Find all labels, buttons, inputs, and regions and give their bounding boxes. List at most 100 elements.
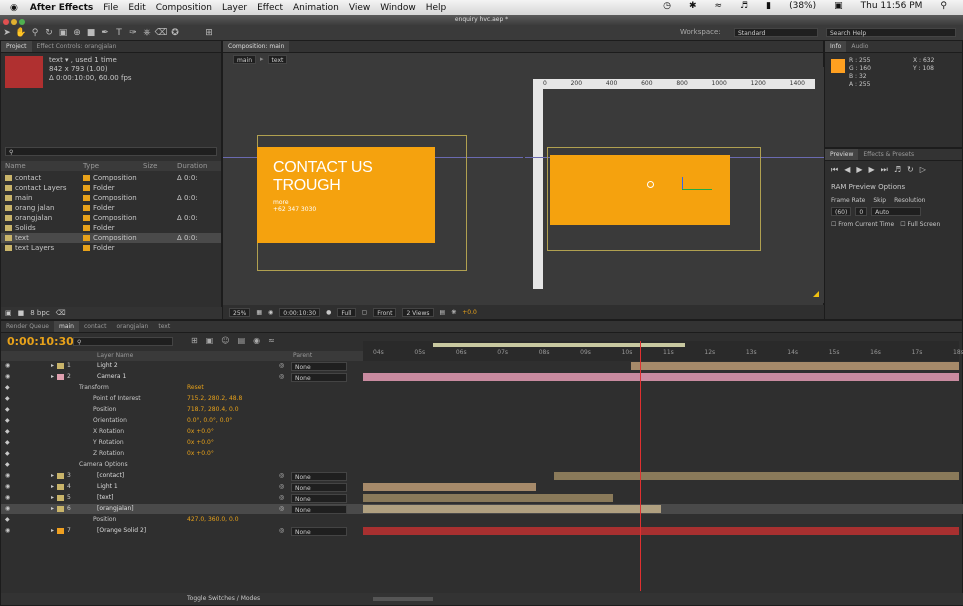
loop-icon[interactable]: ↻ xyxy=(907,165,914,175)
eye-icon[interactable]: ◉ xyxy=(5,361,10,371)
timeline-layer-row[interactable]: ◉ ▸ 6 [orangjalan] ◎ None xyxy=(1,504,963,514)
project-item[interactable]: contact Composition Δ 0:0: xyxy=(1,173,221,183)
layer-duration-bar[interactable] xyxy=(631,362,959,370)
pan-behind-tool-icon[interactable]: ⊕ xyxy=(70,27,84,39)
timeline-tab-text[interactable]: text xyxy=(153,321,175,332)
eye-icon[interactable]: ◆ xyxy=(5,438,10,448)
timeline-property-row[interactable]: ◆ X Rotation 0x +0.0° xyxy=(1,427,963,437)
interpret-footage-icon[interactable]: ▣ xyxy=(5,309,12,317)
resolution-select[interactable]: Full xyxy=(337,307,356,317)
timeline-tab-render-queue[interactable]: Render Queue xyxy=(1,321,54,332)
property-group-name[interactable]: Transform xyxy=(79,383,109,393)
layer-name[interactable]: Camera 1 xyxy=(97,372,126,382)
label-color-icon[interactable] xyxy=(57,374,64,380)
label-color-icon[interactable] xyxy=(57,473,64,479)
property-name[interactable]: Z Rotation xyxy=(93,449,124,459)
col-duration[interactable]: Duration xyxy=(177,161,217,171)
play-icon[interactable]: ▶ xyxy=(856,165,862,175)
volume-icon[interactable]: ♬ xyxy=(740,1,748,11)
region-of-interest-icon[interactable]: ▢ xyxy=(362,309,368,316)
new-folder-icon[interactable]: ■ xyxy=(18,309,25,317)
expand-icon[interactable]: ▸ xyxy=(51,372,54,382)
parent-pickwhip-icon[interactable]: ◎ xyxy=(279,471,284,481)
zoom-slider[interactable] xyxy=(373,597,433,601)
expand-icon[interactable]: ▸ xyxy=(51,504,54,514)
col-size[interactable]: Size xyxy=(143,161,177,171)
close-icon[interactable] xyxy=(3,18,9,25)
wifi-icon[interactable]: ≈ xyxy=(715,1,723,11)
expand-icon[interactable]: ▸ xyxy=(51,361,54,371)
current-time-display[interactable]: 0:00:10:30 xyxy=(279,307,321,317)
axis-mode-icon[interactable]: ⊞ xyxy=(202,27,216,39)
app-name[interactable]: After Effects xyxy=(30,3,93,13)
x-axis-handle[interactable] xyxy=(682,189,712,190)
puppet-tool-icon[interactable]: ✪ xyxy=(168,27,182,39)
rotate-tool-icon[interactable]: ↻ xyxy=(42,27,56,39)
trash-icon[interactable]: ⌫ xyxy=(56,309,66,317)
parent-pickwhip-icon[interactable]: ◎ xyxy=(279,361,284,371)
zoom-select[interactable]: 25% xyxy=(229,307,251,317)
label-color-icon[interactable] xyxy=(57,528,64,534)
time-machine-icon[interactable]: ◷ xyxy=(663,1,671,11)
eye-icon[interactable]: ◆ xyxy=(5,449,10,459)
bluetooth-icon[interactable]: ✱ xyxy=(689,1,697,11)
eye-icon[interactable]: ◉ xyxy=(5,372,10,382)
eye-icon[interactable]: ◉ xyxy=(5,471,10,481)
timeline-layer-row[interactable]: ◉ ▸ 7 [Orange Solid 2] ◎ None xyxy=(1,526,963,536)
menu-composition[interactable]: Composition xyxy=(156,3,212,13)
apple-icon[interactable]: ◉ xyxy=(10,3,18,13)
layer-name[interactable]: [Orange Solid 2] xyxy=(97,526,146,536)
eye-icon[interactable]: ◆ xyxy=(5,427,10,437)
timeline-property-row[interactable]: ◆ Z Rotation 0x +0.0° xyxy=(1,449,963,459)
timeline-layer-row[interactable]: ◉ ▸ 4 Light 1 ◎ None xyxy=(1,482,963,492)
col-parent[interactable]: Parent xyxy=(293,351,312,361)
battery-icon[interactable]: ▮ xyxy=(766,1,771,11)
graph-editor-icon[interactable]: ≈ xyxy=(268,336,275,345)
eye-icon[interactable]: ◆ xyxy=(5,383,10,393)
timeline-property-row[interactable]: ◆ Point of Interest 715.2, 280.2, 48.8 xyxy=(1,394,963,404)
camera-snapshot-icon[interactable]: ◉ xyxy=(268,309,273,316)
tab-info[interactable]: Info xyxy=(825,41,847,52)
resolution-select-preview[interactable]: Auto xyxy=(871,207,922,216)
full-screen-checkbox[interactable]: ☐ Full Screen xyxy=(900,221,940,228)
zoom-icon[interactable] xyxy=(19,18,25,25)
col-type[interactable]: Type xyxy=(83,161,143,171)
parent-pickwhip-icon[interactable]: ◎ xyxy=(279,372,284,382)
property-value[interactable]: 0x +0.0° xyxy=(187,438,214,448)
work-area-bar[interactable] xyxy=(433,343,685,347)
layer-duration-bar[interactable] xyxy=(363,527,959,535)
property-name[interactable]: Y Rotation xyxy=(93,438,124,448)
timeline-property-row[interactable]: ◆ Camera Options xyxy=(1,460,963,470)
project-item[interactable]: orang jalan Folder xyxy=(1,203,221,213)
timeline-tab-orangjalan[interactable]: orangjalan xyxy=(111,321,153,332)
timeline-layer-row[interactable]: ◉ ▸ 3 [contact] ◎ None xyxy=(1,471,963,481)
tab-project[interactable]: Project xyxy=(1,41,32,52)
breadcrumb-main[interactable]: main xyxy=(233,55,256,64)
parent-select[interactable]: None xyxy=(291,505,347,514)
exposure-value[interactable]: +0.0 xyxy=(462,309,477,316)
skip-select[interactable]: 0 xyxy=(855,207,868,216)
property-name[interactable]: Position xyxy=(93,405,116,415)
ram-preview-options[interactable]: RAM Preview Options xyxy=(831,183,905,191)
layer-duration-bar[interactable] xyxy=(363,483,536,491)
reset-exposure-icon[interactable]: ❋ xyxy=(451,309,456,316)
menu-layer[interactable]: Layer xyxy=(222,3,247,13)
from-current-time-checkbox[interactable]: ☐ From Current Time xyxy=(831,221,894,228)
menu-view[interactable]: View xyxy=(349,3,370,13)
toggle-switches-modes[interactable]: Toggle Switches / Modes xyxy=(187,595,260,602)
label-color-icon[interactable] xyxy=(57,363,64,369)
contact-card[interactable]: CONTACT US TROUGH more +62 347 3030 xyxy=(257,147,435,243)
eraser-tool-icon[interactable]: ⌫ xyxy=(154,27,168,39)
show-channel-icon[interactable]: ● xyxy=(326,309,331,316)
property-name[interactable]: Position xyxy=(93,515,116,525)
menu-animation[interactable]: Animation xyxy=(293,3,339,13)
timeline-search-input[interactable]: ⚲ xyxy=(73,337,173,346)
eye-icon[interactable]: ◉ xyxy=(5,482,10,492)
layer-name[interactable]: [text] xyxy=(97,493,114,503)
minimize-icon[interactable] xyxy=(11,18,17,25)
tab-audio[interactable]: Audio xyxy=(846,41,873,52)
property-value[interactable]: Reset xyxy=(187,383,204,393)
eye-icon[interactable]: ◉ xyxy=(5,504,10,514)
label-color-icon[interactable] xyxy=(57,484,64,490)
expand-icon[interactable]: ▸ xyxy=(51,493,54,503)
